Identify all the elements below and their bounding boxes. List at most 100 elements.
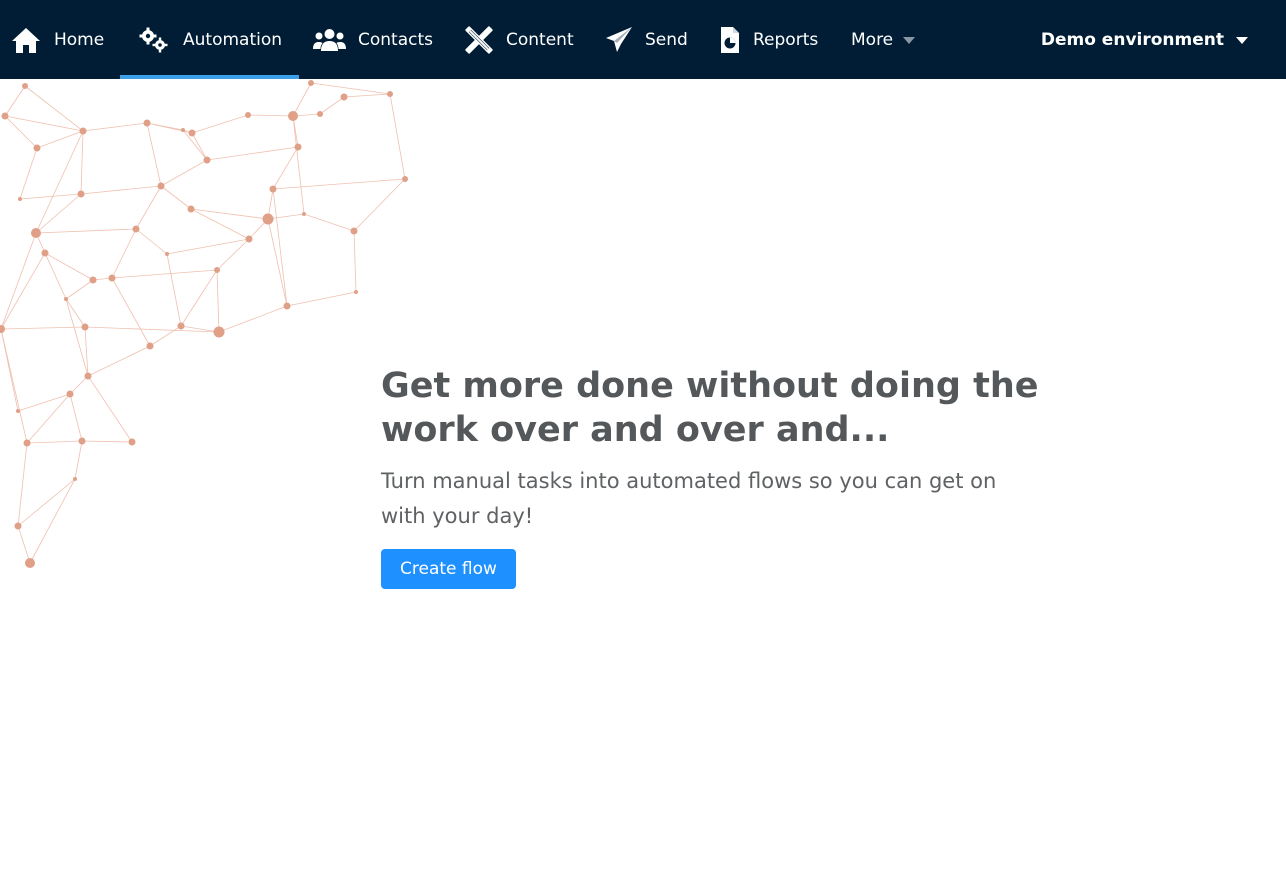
network-node: [77, 190, 85, 198]
network-node: [16, 409, 20, 413]
network-line: [4, 115, 84, 132]
network-node: [31, 228, 41, 238]
network-node: [262, 213, 274, 225]
network-node: [269, 185, 277, 193]
nav-automation-label: Automation: [183, 29, 283, 50]
network-line: [111, 277, 151, 347]
network-line: [216, 269, 220, 333]
create-flow-button[interactable]: Create flow: [381, 549, 516, 589]
network-node: [78, 437, 86, 445]
network-line: [0, 232, 37, 330]
network-line: [160, 159, 208, 187]
nav-contacts[interactable]: Contacts: [313, 0, 433, 79]
network-line: [80, 185, 162, 195]
network-line: [160, 185, 192, 210]
network-node: [128, 438, 136, 446]
network-node: [0, 325, 5, 333]
network-node: [181, 128, 185, 132]
network-line: [65, 279, 94, 300]
network-line: [218, 305, 288, 333]
network-node: [143, 119, 151, 127]
network-line: [310, 82, 391, 95]
network-node: [22, 83, 28, 89]
home-icon: [10, 26, 42, 54]
network-node: [41, 249, 49, 257]
network-line: [272, 178, 406, 190]
network-illustration: [0, 80, 408, 568]
nav-send-label: Send: [645, 29, 688, 50]
nav-content-label: Content: [506, 29, 574, 50]
network-line: [35, 193, 82, 234]
network-line: [319, 96, 345, 115]
network-line: [166, 253, 182, 327]
network-line: [17, 525, 31, 564]
nav-home[interactable]: Home: [10, 0, 104, 79]
caret-down-icon: [903, 36, 916, 44]
environment-label: Demo environment: [1040, 29, 1224, 50]
nav-more-menu[interactable]: More: [851, 0, 916, 79]
network-line: [389, 93, 406, 180]
network-node: [354, 290, 358, 294]
nav-send[interactable]: Send: [605, 0, 688, 79]
network-node: [402, 176, 408, 182]
network-line: [82, 122, 148, 132]
network-node: [288, 111, 298, 121]
hero-subtitle: Turn manual tasks into automated flows s…: [381, 469, 997, 528]
environment-selector[interactable]: Demo environment: [1041, 0, 1248, 79]
network-node: [214, 267, 220, 273]
top-navigation-bar: Home Automation Contacts Content Send Re…: [0, 0, 1286, 79]
nav-reports-label: Reports: [753, 29, 819, 50]
network-line: [80, 130, 84, 195]
network-line: [87, 375, 133, 443]
network-line: [65, 298, 86, 328]
network-node: [387, 91, 393, 97]
network-line: [44, 252, 67, 300]
network-node: [177, 322, 185, 330]
nav-content[interactable]: Content: [464, 0, 574, 79]
nav-contacts-label: Contacts: [358, 29, 433, 50]
network-node: [73, 477, 77, 481]
network-node: [84, 372, 92, 380]
network-line: [69, 393, 83, 442]
pencil-ruler-icon: [464, 25, 494, 55]
network-node: [308, 80, 314, 86]
network-node: [203, 156, 211, 164]
network-line: [272, 188, 288, 307]
report-file-icon: [719, 26, 741, 54]
network-line: [4, 85, 26, 117]
nav-automation[interactable]: Automation: [120, 0, 300, 79]
network-line: [44, 252, 94, 281]
network-node: [245, 112, 251, 118]
paper-plane-icon: [605, 26, 633, 54]
network-line: [111, 269, 218, 279]
network-line: [69, 375, 89, 395]
network-line: [286, 291, 357, 307]
network-node: [25, 558, 35, 568]
network-node: [283, 302, 291, 310]
network-node: [18, 197, 22, 201]
hero-section: Get more done without doing the work ove…: [381, 364, 1041, 589]
network-line: [135, 185, 162, 230]
network-line: [166, 238, 250, 255]
nav-reports[interactable]: Reports: [719, 0, 818, 79]
nav-more-label: More: [851, 29, 894, 50]
network-node: [79, 127, 87, 135]
users-icon: [313, 27, 346, 53]
network-line: [135, 228, 168, 255]
network-node: [64, 297, 68, 301]
network-node: [146, 342, 154, 350]
network-line: [17, 478, 76, 527]
network-node: [81, 323, 89, 331]
network-line: [84, 326, 220, 333]
network-node: [1, 112, 9, 120]
network-line: [353, 230, 357, 293]
network-line: [19, 147, 38, 200]
network-line: [190, 208, 269, 220]
network-node: [187, 205, 195, 213]
caret-down-icon: [1236, 36, 1248, 44]
network-line: [84, 326, 89, 377]
network-node: [14, 522, 22, 530]
network-line: [191, 114, 249, 134]
network-node: [340, 93, 348, 101]
network-node: [245, 235, 253, 243]
